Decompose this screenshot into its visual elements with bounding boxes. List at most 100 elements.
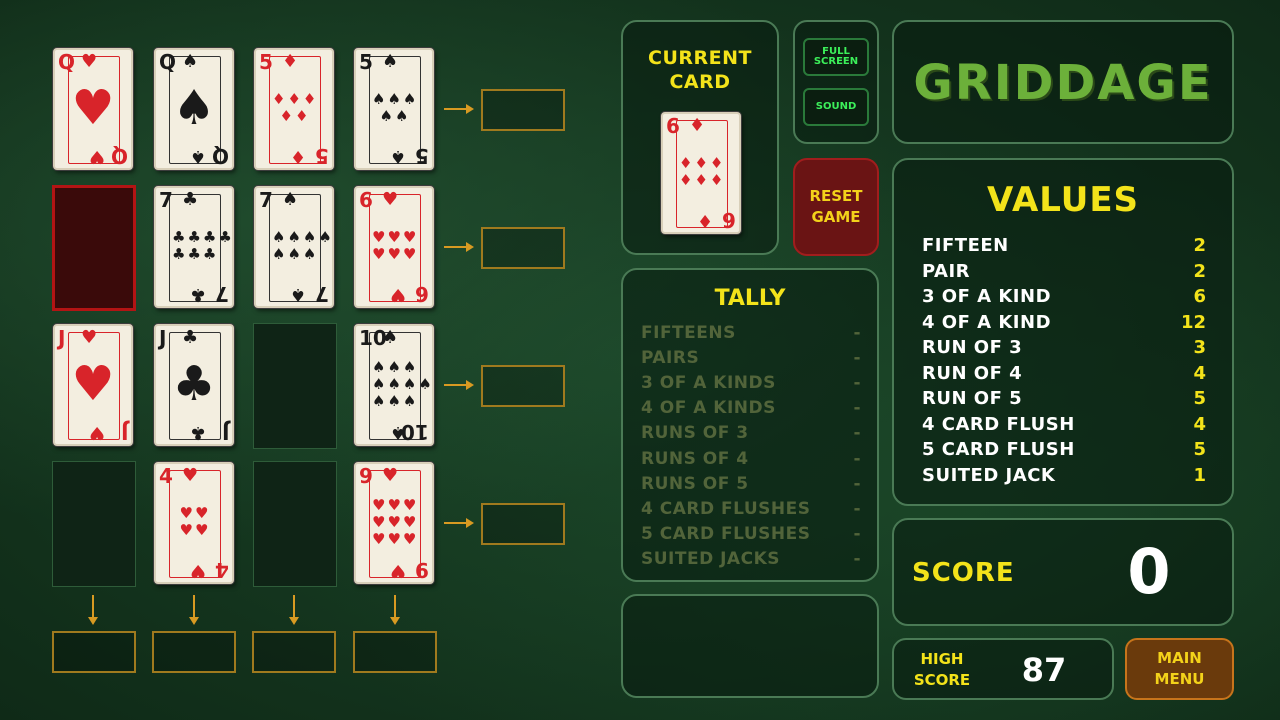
tally-title: TALLY <box>714 286 786 311</box>
value-label: 4 CARD FLUSH <box>922 413 1075 435</box>
card-rank: 7 <box>259 188 273 212</box>
tally-row: RUNS OF 4 - <box>641 446 861 471</box>
card-suit-icon: ♣ <box>189 284 206 305</box>
pip-icon: ♠ <box>387 357 401 376</box>
playing-card[interactable]: 5 ♠ ♠ ♠ ♠ ♠ ♠ 5 ♠ <box>354 48 434 170</box>
pip-icon: ♦ <box>272 90 286 108</box>
value-label: RUN OF 3 <box>922 337 1023 359</box>
card-suit-icon: ♥ <box>189 560 206 581</box>
playing-card[interactable]: Q ♥ ♥ Q ♥ <box>53 48 133 170</box>
face-card-emblem-icon: ♥ <box>71 80 115 136</box>
pip-icon: ♠ <box>402 391 417 410</box>
value-points: 5 <box>1193 388 1206 410</box>
face-card-emblem-icon: ♣ <box>172 356 216 412</box>
pip-icon: ♥ <box>387 495 401 514</box>
pip-icon: ♥ <box>195 504 209 522</box>
pip-icon: ♠ <box>272 228 286 246</box>
row-score-box <box>481 227 565 269</box>
card-pips: ♠ ♠ ♠ ♠ ♠ <box>371 78 417 140</box>
playing-card[interactable]: 5 ♦ ♦ ♦ ♦ ♦ ♦ 5 ♦ <box>254 48 334 170</box>
value-row: SUITED JACK 1 <box>922 463 1206 489</box>
pip-icon: ♠ <box>287 245 301 263</box>
value-points: 1 <box>1193 464 1206 486</box>
value-row: PAIR 2 <box>922 259 1206 285</box>
card-rank-inverted: 7 <box>215 282 229 306</box>
tally-label: RUNS OF 3 <box>641 423 749 444</box>
tally-row: 4 OF A KINDS - <box>641 396 861 421</box>
value-label: RUN OF 4 <box>922 362 1023 384</box>
high-score-label: HIGH SCORE <box>913 650 971 689</box>
card-suit-icon: ♥ <box>382 465 399 486</box>
value-row: RUN OF 3 3 <box>922 335 1206 361</box>
pip-icon: ♣ <box>187 245 201 263</box>
row-score-box <box>481 365 565 407</box>
column-score-box <box>52 631 136 673</box>
card-rank-inverted: 6 <box>722 208 736 232</box>
pip-icon: ♠ <box>302 228 317 246</box>
tally-row: RUNS OF 3 - <box>641 421 861 446</box>
card-rank: 5 <box>359 50 373 74</box>
card-suit-icon: ♥ <box>389 560 406 581</box>
pip-icon: ♥ <box>402 512 417 531</box>
pip-icon: ♥ <box>372 529 386 548</box>
playing-card[interactable]: 7 ♠ ♠ ♠ ♠ ♠ ♠ ♠ ♠ 7 ♠ <box>254 186 334 308</box>
playing-card[interactable]: J ♣ ♣ J ♣ <box>154 324 234 446</box>
value-points: 5 <box>1193 439 1206 461</box>
score-label: SCORE <box>912 558 1015 588</box>
card-rank: Q <box>159 50 177 74</box>
card-suit-icon: ♣ <box>182 327 199 348</box>
pip-icon: ♥ <box>402 228 417 246</box>
score-value: 0 <box>1127 535 1171 608</box>
full-screen-button[interactable]: FULL SCREEN <box>803 38 869 76</box>
pip-icon: ♥ <box>372 512 386 531</box>
card-rank-inverted: 5 <box>415 144 429 168</box>
pip-icon: ♥ <box>387 529 401 548</box>
value-points: 4 <box>1193 413 1206 435</box>
arrow-right-icon <box>444 104 474 114</box>
pip-icon: ♠ <box>395 107 409 125</box>
card-suit-icon: ♠ <box>289 284 306 305</box>
arrow-down-icon <box>289 595 299 625</box>
value-row: RUN OF 5 5 <box>922 386 1206 412</box>
value-points: 3 <box>1193 337 1206 359</box>
pip-icon: ♠ <box>302 245 317 263</box>
empty-slot[interactable] <box>52 461 136 587</box>
pip-icon: ♦ <box>279 107 293 125</box>
reset-game-button[interactable]: RESET GAME <box>793 158 879 256</box>
playing-card[interactable]: 4 ♥ ♥ ♥ ♥ ♥ 4 ♥ <box>154 462 234 584</box>
playing-card[interactable]: 7 ♣ ♣ ♣ ♣ ♣ ♣ ♣ ♣ 7 ♣ <box>154 186 234 308</box>
card-suit-icon: ♠ <box>182 51 199 72</box>
card-rank-inverted: 7 <box>315 282 329 306</box>
playing-card[interactable]: 6 ♥ ♥ ♥ ♥ ♥ ♥ ♥ 6 ♥ <box>354 186 434 308</box>
card-rank: Q <box>58 50 76 74</box>
card-rank-inverted: J <box>221 420 229 444</box>
card-rank: 7 <box>159 188 173 212</box>
empty-slot[interactable] <box>253 461 337 587</box>
tally-value: - <box>853 322 861 343</box>
playing-card[interactable]: 9 ♥ ♥ ♥ ♥ ♥ ♥ ♥ ♥ ♥ ♥ 9 ♥ <box>354 462 434 584</box>
card-suit-icon: ♠ <box>389 146 406 167</box>
tally-value: - <box>853 524 861 545</box>
playing-card[interactable]: 10 ♠ ♠ ♠ ♠ ♠ ♠ ♠ ♠ ♠ ♠ ♠ 10 ♠ <box>354 324 434 446</box>
tally-label: 4 CARD FLUSHES <box>641 498 811 519</box>
pip-icon: ♥ <box>387 228 401 246</box>
sound-button[interactable]: SOUND <box>803 88 869 126</box>
pip-icon: ♥ <box>195 521 209 539</box>
main-menu-button[interactable]: MAIN MENU <box>1125 638 1234 700</box>
card-suit-icon: ♥ <box>389 284 406 305</box>
pip-icon: ♣ <box>202 228 217 246</box>
arrow-down-icon <box>88 595 98 625</box>
card-pips: ♥ ♥ ♥ ♥ ♥ ♥ ♥ ♥ ♥ <box>371 492 417 554</box>
tally-label: 5 CARD FLUSHES <box>641 524 811 545</box>
playing-card[interactable]: Q ♠ ♠ Q ♠ <box>154 48 234 170</box>
selected-empty-slot[interactable] <box>52 185 136 311</box>
values-title: VALUES <box>986 180 1140 220</box>
current-card-face[interactable]: 6 ♦ ♦ ♦ ♦ ♦ ♦ ♦ 6 ♦ <box>661 112 741 234</box>
pip-icon: ♠ <box>387 391 401 410</box>
tally-row: SUITED JACKS - <box>641 547 861 572</box>
pip-icon: ♠ <box>272 245 286 263</box>
empty-slot[interactable] <box>253 323 337 449</box>
pip-icon: ♣ <box>202 245 217 263</box>
card-rank: 6 <box>666 114 680 138</box>
playing-card[interactable]: J ♥ ♥ J ♥ <box>53 324 133 446</box>
